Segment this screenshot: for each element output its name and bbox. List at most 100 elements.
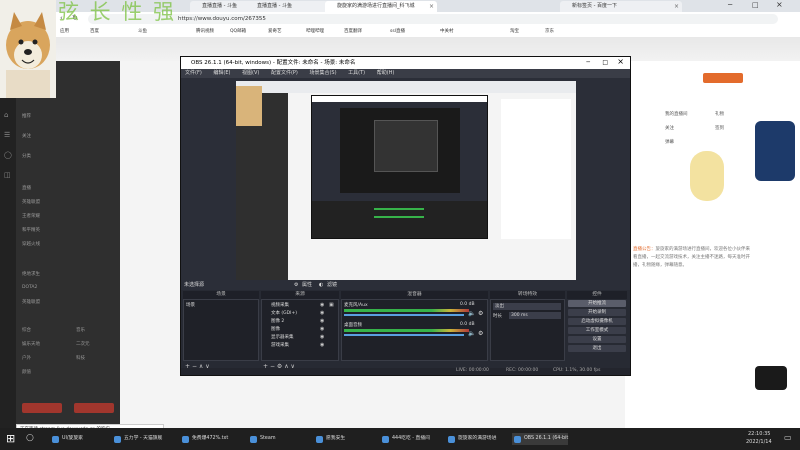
taskbar-item[interactable]: 444吃吃 - 直播间 <box>380 433 430 445</box>
gear-icon[interactable]: ⚙ <box>478 310 483 317</box>
browser-tab[interactable]: 新标签页 - 百度一下 × <box>560 1 682 12</box>
nav-item[interactable]: 关注 <box>22 133 31 139</box>
speaker-icon[interactable]: 🔈 <box>468 330 475 337</box>
nav-item[interactable]: 英雄联盟 <box>22 299 40 305</box>
nav-item[interactable]: 综合 <box>22 327 31 333</box>
close-window-icon[interactable]: × <box>776 0 783 9</box>
windows-start-icon[interactable]: ⊞ <box>6 432 15 445</box>
start-streaming-button[interactable]: 开始推流 <box>568 300 626 307</box>
taskbar-item-active[interactable]: OBS 26.1.1 (64-bit <box>512 433 569 445</box>
nav-item[interactable]: 科技 <box>76 355 85 361</box>
right-info-item[interactable]: 我的直播间 <box>665 111 688 117</box>
follow-button[interactable] <box>703 73 743 83</box>
nav-item[interactable]: 户外 <box>22 355 31 361</box>
bookmark-item[interactable]: QQ邮箱 <box>230 28 246 34</box>
nav-item[interactable]: 和平精英 <box>22 227 40 233</box>
menu-item[interactable]: 配置文件(P) <box>271 69 298 78</box>
bookmark-item[interactable]: 斗鱼 <box>138 28 147 34</box>
virtual-camera-button[interactable]: 启动虚拟摄像机 <box>568 318 626 325</box>
gift-button[interactable] <box>74 403 114 413</box>
nav-item[interactable]: 分类 <box>22 153 31 159</box>
settings-button[interactable]: 设置 <box>568 336 626 343</box>
bookmark-item[interactable]: ssl直播 <box>390 28 405 34</box>
taskbar-item[interactable]: Steam <box>248 433 276 445</box>
nav-item[interactable]: 直播 <box>22 185 31 191</box>
source-item[interactable]: 图像 2 <box>271 318 284 324</box>
right-info-item[interactable]: 弹幕 <box>665 139 674 145</box>
bookmark-item[interactable]: 百度翻译 <box>344 28 362 34</box>
menu-item[interactable]: 场景集合(S) <box>309 69 336 78</box>
filter-icon[interactable]: ◐ <box>319 280 323 290</box>
taskbar-item[interactable]: UI/旋旋家 <box>50 433 83 445</box>
nav-item[interactable]: DOTA2 <box>22 285 37 290</box>
close-icon[interactable]: × <box>674 1 679 12</box>
properties-button[interactable]: 属性 <box>302 280 312 290</box>
list-icon[interactable]: ☰ <box>4 131 10 139</box>
taskbar-item[interactable]: 愿我安生 <box>314 433 345 445</box>
source-item[interactable]: 游戏采集 <box>271 342 289 348</box>
minimize-icon[interactable]: ─ <box>728 1 732 9</box>
browser-tab[interactable]: 直播直播 - 斗鱼× <box>245 1 335 12</box>
lock-icon[interactable]: ▣ <box>329 302 334 308</box>
bookmark-item[interactable]: 爱奇艺 <box>268 28 282 34</box>
speaker-icon[interactable]: 🔈 <box>468 310 475 317</box>
taskbar-item[interactable]: 旋旋家的满游场进 <box>446 433 496 445</box>
volume-slider[interactable] <box>344 314 464 316</box>
nav-item[interactable]: 推荐 <box>22 113 31 119</box>
menu-item[interactable]: 工具(T) <box>348 69 365 78</box>
right-info-item[interactable]: 礼物 <box>715 111 724 117</box>
nav-item[interactable]: 王者荣耀 <box>22 213 40 219</box>
start-recording-button[interactable]: 开始录制 <box>568 309 626 316</box>
eye-icon[interactable]: ◉ <box>320 342 324 348</box>
eye-icon[interactable]: ◉ <box>320 310 324 316</box>
subscribe-button[interactable] <box>22 403 62 413</box>
bookmark-item[interactable]: 百度 <box>90 28 99 34</box>
close-icon[interactable]: × <box>429 1 434 12</box>
nav-item[interactable]: 绝地求生 <box>22 271 40 277</box>
right-info-item[interactable]: 签到 <box>715 125 724 131</box>
menu-item[interactable]: 帮助(H) <box>377 69 395 78</box>
notification-icon[interactable]: ▭ <box>784 433 792 442</box>
url-input[interactable]: https://www.douyu.com/267355 <box>88 14 778 24</box>
transition-select[interactable]: 淡出 <box>493 303 561 310</box>
duration-input[interactable]: 300 ms <box>509 312 561 319</box>
menu-item[interactable]: 编辑(E) <box>213 69 230 78</box>
eye-icon[interactable]: ◉ <box>320 302 324 308</box>
nav-item[interactable]: 颜值 <box>22 369 31 375</box>
exit-button[interactable]: 退出 <box>568 345 626 352</box>
clock-date[interactable]: 2022/1/14 <box>746 439 772 445</box>
clock-time[interactable]: 22:10:35 <box>748 431 770 437</box>
scene-item[interactable]: 场景 <box>186 302 195 308</box>
live-badge[interactable] <box>755 366 787 390</box>
cart-icon[interactable]: ◫ <box>4 171 11 179</box>
bookmark-item[interactable]: 京东 <box>545 28 554 34</box>
taskbar-item[interactable]: 免费爆472%.txt <box>180 433 228 445</box>
nav-item[interactable]: 英雄联盟 <box>22 199 40 205</box>
close-icon[interactable]: × <box>617 56 624 68</box>
maximize-icon[interactable]: □ <box>752 1 759 9</box>
bookmark-item[interactable]: 淘宝 <box>510 28 519 34</box>
eye-icon[interactable]: ◉ <box>320 326 324 332</box>
bookmark-item[interactable]: 哔哩哔哩 <box>306 28 324 34</box>
taskbar-item[interactable]: 五力学 - 天猫旗舰 <box>112 433 162 445</box>
gear-icon[interactable]: ⚙ <box>294 280 298 290</box>
menu-item[interactable]: 文件(F) <box>185 69 202 78</box>
nav-item[interactable]: 音乐 <box>76 327 85 333</box>
source-item[interactable]: 文本 (GDI+) <box>271 310 297 316</box>
eye-icon[interactable]: ◉ <box>320 334 324 340</box>
gear-icon[interactable]: ⚙ <box>478 330 483 337</box>
source-item[interactable]: 显示器采集 <box>271 334 294 340</box>
promo-badge[interactable] <box>755 121 795 181</box>
home-icon[interactable]: ⌂ <box>4 111 8 119</box>
source-item[interactable]: 视频采集 <box>271 302 289 308</box>
right-info-item[interactable]: 关注 <box>665 125 674 131</box>
menu-item[interactable]: 视图(V) <box>242 69 259 78</box>
volume-slider[interactable] <box>344 334 464 336</box>
nav-item[interactable]: 穿越火线 <box>22 241 40 247</box>
bookmark-item[interactable]: 中关村 <box>440 28 454 34</box>
minimize-icon[interactable]: ─ <box>586 57 590 69</box>
studio-mode-button[interactable]: 工作室模式 <box>568 327 626 334</box>
chat-icon[interactable]: ◯ <box>4 151 12 159</box>
browser-tab-active[interactable]: 旋旋家的满游场进行直播间_科飞城 × <box>325 1 437 12</box>
source-item[interactable]: 图像 <box>271 326 280 332</box>
